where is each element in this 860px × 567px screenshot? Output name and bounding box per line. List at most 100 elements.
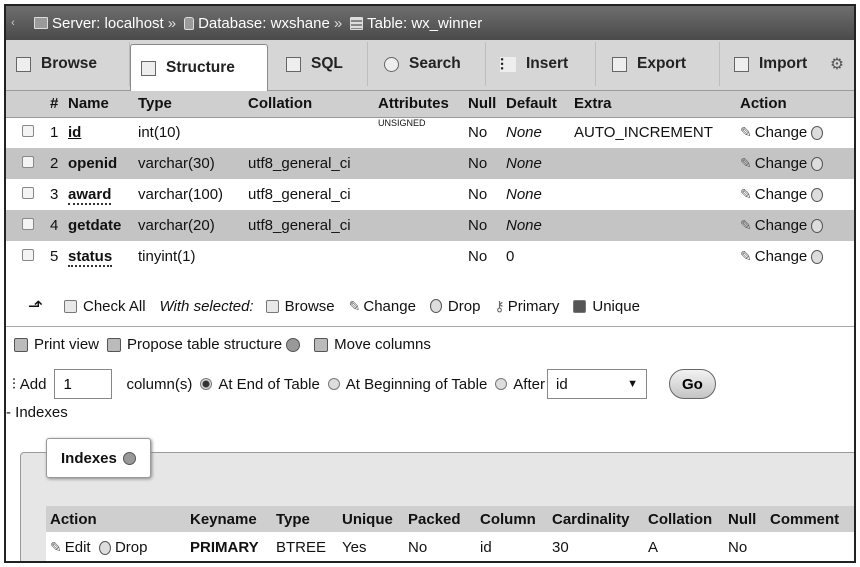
tab-import[interactable]: Import (720, 42, 830, 86)
field-collation: utf8_general_ci (244, 148, 374, 179)
tab-sql[interactable]: SQL (268, 42, 368, 86)
drop-link[interactable]: Drop (98, 539, 147, 556)
idx-header-keyname: Keyname (186, 506, 272, 532)
change-link[interactable]: ✎ Change (736, 117, 854, 148)
chevron-down-icon: ▼ (627, 378, 638, 390)
column-count-input[interactable] (54, 369, 113, 399)
row-checkbox[interactable] (22, 218, 34, 230)
tab-search[interactable]: Search (368, 42, 486, 86)
tab-export[interactable]: Export (596, 42, 720, 86)
field-name[interactable]: id (68, 124, 81, 141)
field-name[interactable]: award (68, 186, 112, 205)
insert-icon: ⫶ (500, 56, 516, 74)
bulk-unique-button[interactable]: Unique (573, 298, 640, 315)
structure-tools: Print view Propose table structure Move … (14, 336, 431, 353)
pencil-icon: ✎ (740, 186, 752, 202)
field-extra (570, 241, 736, 272)
drop-icon[interactable] (811, 219, 824, 234)
col-header-null: Null (464, 91, 502, 118)
col-header-collation: Collation (244, 91, 374, 118)
structure-header-row: # Name Type Collation Attributes Null De… (6, 91, 854, 118)
check-all-label: Check All (83, 297, 146, 315)
row-checkbox[interactable] (22, 187, 34, 199)
change-link[interactable]: ✎ Change (736, 210, 854, 241)
field-default: None (502, 148, 570, 179)
drop-icon[interactable] (811, 126, 824, 141)
idx-type: BTREE (272, 532, 338, 561)
bulk-primary-button[interactable]: ⚷ Primary (494, 298, 559, 315)
field-collation: utf8_general_ci (248, 186, 351, 203)
collapse-arrow-icon[interactable]: ‹ (6, 17, 20, 29)
table-row: 1 id int(10) UNSIGNED No None AUTO_INCRE… (6, 117, 854, 148)
change-link[interactable]: ✎ Change (736, 148, 854, 179)
help-icon[interactable] (286, 337, 301, 352)
drop-icon (429, 299, 442, 313)
print-view-link[interactable]: Print view (34, 336, 99, 353)
after-radio[interactable] (495, 378, 508, 390)
tab-insert[interactable]: ⫶ Insert (486, 42, 596, 86)
tab-more[interactable]: ⚙ (830, 42, 850, 86)
breadcrumb-table[interactable]: Table: wx_winner (367, 15, 482, 32)
at-beginning-radio[interactable] (327, 378, 340, 390)
tab-structure[interactable]: Structure (130, 44, 268, 91)
structure-table: # Name Type Collation Attributes Null De… (6, 91, 854, 272)
idx-unique: Yes (338, 532, 404, 561)
field-extra (570, 179, 736, 210)
columns-label: column(s) (126, 375, 193, 393)
field-attributes (374, 148, 464, 179)
field-name[interactable]: getdate (68, 217, 121, 234)
idx-keyname: PRIMARY (186, 532, 272, 561)
bulk-browse-label: Browse (284, 297, 335, 315)
change-link[interactable]: ✎ Change (736, 179, 854, 210)
drop-icon[interactable] (811, 188, 824, 203)
pencil-icon: ✎ (348, 297, 361, 314)
table-row: 2 openid varchar(30) utf8_general_ci No … (6, 148, 854, 179)
idx-header-type: Type (272, 506, 338, 532)
field-default: None (502, 210, 570, 241)
help-icon[interactable] (122, 451, 136, 465)
row-checkbox[interactable] (22, 249, 34, 261)
propose-structure-link[interactable]: Propose table structure (127, 336, 282, 353)
unique-icon (573, 299, 587, 313)
search-icon (384, 56, 399, 72)
tab-label: SQL (311, 55, 343, 72)
import-icon (734, 56, 749, 72)
check-all[interactable]: Check All (64, 298, 146, 315)
at-end-radio[interactable] (200, 378, 213, 390)
after-column-select[interactable]: id ▼ (546, 369, 647, 399)
at-end-label: At End of Table (218, 375, 320, 393)
change-label: Change (754, 217, 808, 234)
idx-header-unique: Unique (338, 506, 404, 532)
bulk-change-button[interactable]: ✎ Change (349, 298, 416, 315)
idx-comment (766, 532, 854, 561)
bulk-browse-button[interactable]: Browse (265, 297, 335, 315)
change-label: Change (754, 248, 808, 265)
breadcrumb-server[interactable]: Server: localhost (52, 15, 164, 32)
idx-header-packed: Packed (404, 506, 476, 532)
breadcrumb-database[interactable]: Database: wxshane (198, 15, 330, 32)
field-name[interactable]: status (68, 248, 113, 267)
drop-icon[interactable] (811, 250, 824, 265)
idx-header-cardinality: Cardinality (548, 506, 644, 532)
after-column-value: id (555, 375, 568, 393)
change-link[interactable]: ✎ Change (736, 241, 854, 272)
export-icon (612, 56, 627, 72)
tab-browse[interactable]: Browse (6, 42, 130, 86)
edit-link[interactable]: ✎ Edit (50, 539, 91, 556)
check-all-checkbox[interactable] (64, 299, 77, 313)
move-columns-link[interactable]: Move columns (334, 336, 431, 353)
bulk-drop-button[interactable]: Drop (429, 298, 480, 315)
row-checkbox[interactable] (22, 125, 34, 138)
field-extra (570, 148, 736, 179)
indexes-toggle-link[interactable]: - Indexes (6, 404, 68, 421)
drop-icon (98, 540, 111, 555)
tab-label: Search (409, 55, 461, 72)
row-checkbox[interactable] (22, 156, 34, 168)
field-default: None (506, 124, 542, 142)
go-button[interactable]: Go (668, 369, 716, 399)
change-label: Change (754, 186, 808, 203)
field-name[interactable]: openid (68, 155, 117, 172)
pencil-icon: ✎ (740, 124, 752, 141)
col-header-name: Name (64, 91, 134, 118)
drop-icon[interactable] (811, 157, 824, 172)
